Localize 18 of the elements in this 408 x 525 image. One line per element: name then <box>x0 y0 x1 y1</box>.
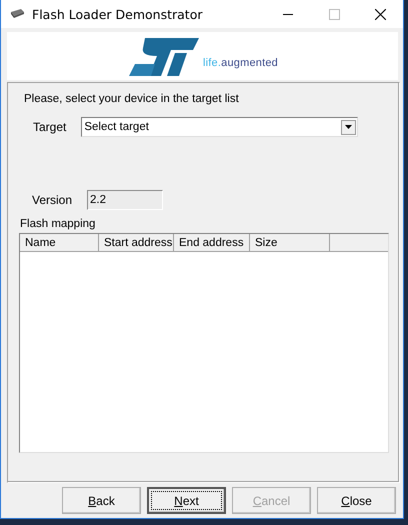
target-dropdown[interactable]: Select target <box>81 117 358 137</box>
logo-icon <box>127 36 200 76</box>
target-label: Target <box>33 120 66 134</box>
close-button[interactable]: Close <box>317 487 396 514</box>
next-button[interactable]: Next <box>147 487 226 514</box>
column-header[interactable]: End address <box>174 234 250 252</box>
window-title: Flash Loader Demonstrator <box>32 6 204 22</box>
logo-tagline: life.augmented <box>203 57 278 69</box>
flash-mapping-label: Flash mapping <box>20 218 96 230</box>
header-filler <box>330 234 388 252</box>
column-header[interactable]: Start address <box>99 234 174 252</box>
column-header[interactable]: Size <box>250 234 330 252</box>
version-label: Version <box>32 193 72 207</box>
chip-icon <box>9 9 25 19</box>
instruction-text: Please, select your device in the target list <box>24 93 240 105</box>
column-header[interactable]: Name <box>20 234 99 252</box>
version-field[interactable]: 2.2 <box>87 190 164 210</box>
back-button[interactable]: Back <box>62 487 141 514</box>
